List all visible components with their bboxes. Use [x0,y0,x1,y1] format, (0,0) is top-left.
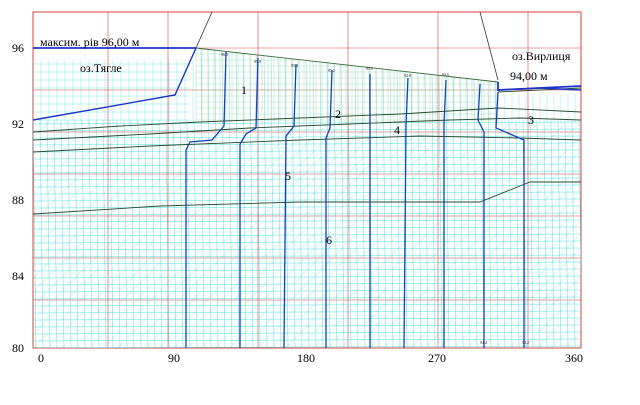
mesh-line [564,347,565,348]
y-tick-label: 96 [12,41,24,55]
mesh-line [102,347,103,348]
mesh-line [354,347,355,348]
mesh-line [508,347,509,348]
y-tick-label: 88 [12,193,24,207]
x-tick-label: 90 [168,351,180,365]
y-tick-label: 80 [12,341,24,355]
mesh-line [130,347,131,348]
lake-right-label: оз.Вирлиця [512,49,571,63]
y-tick-label: 92 [12,117,24,131]
mesh-line [116,347,117,348]
mesh-line [326,347,327,348]
mesh-line [536,347,537,348]
mesh-line [242,347,243,348]
zone-label: 4 [394,123,400,137]
zone-label: 2 [335,107,341,121]
probe-label: 96.0 [221,52,228,57]
x-tick-label: 270 [428,351,446,365]
mesh-line [340,347,341,348]
mesh-line [158,347,159,348]
mesh-line [60,347,61,348]
filtration-cross-section: 96.0 95.8 95.4 95.2 95.0 94.8 94.6 94.4 … [0,0,640,400]
mesh-line [284,347,285,348]
right-level-label: 94,00 м [510,69,548,83]
y-axis-labels: 96 92 88 84 80 [12,41,24,355]
x-tick-label: 0 [38,351,44,365]
probe-label: 95.4 [291,63,298,68]
lake-left-label: оз.Тягле [80,61,122,75]
y-tick-label: 84 [12,269,24,283]
mesh-line [74,347,75,348]
probe-label: 95.0 [366,66,373,71]
probe-label: 94.4 [480,340,487,345]
x-axis-labels: 0 90 180 270 360 [38,351,583,365]
probe-label: 94.6 [442,72,449,77]
mesh-line [522,347,523,348]
mesh-line [480,347,481,348]
zone-label: 1 [241,83,247,97]
mesh-line [494,347,495,348]
mesh-line [368,347,369,348]
max-level-label: максим. рів 96,00 м [40,35,140,49]
zone-label: 5 [285,169,291,183]
mesh-line [382,347,383,348]
x-tick-label: 180 [297,351,315,365]
mesh-line [200,347,201,348]
zone-label: 3 [528,113,534,127]
zone-label: 6 [326,233,332,247]
probe-label: 95.2 [328,68,335,73]
mesh-line [466,347,467,348]
mesh-line [88,347,89,348]
mesh-line [256,347,257,348]
mesh-line [214,347,215,348]
mesh-line [270,347,271,348]
mesh-line [550,347,551,348]
probe-label: 94.8 [404,73,411,78]
mesh-line [228,347,229,348]
mesh-line [144,347,145,348]
probe-label: 95.8 [254,59,261,64]
mesh-line [410,347,411,348]
mesh-line [396,347,397,348]
mesh-line [424,347,425,348]
x-tick-label: 360 [565,351,583,365]
probe-label: 94.2 [522,340,529,345]
